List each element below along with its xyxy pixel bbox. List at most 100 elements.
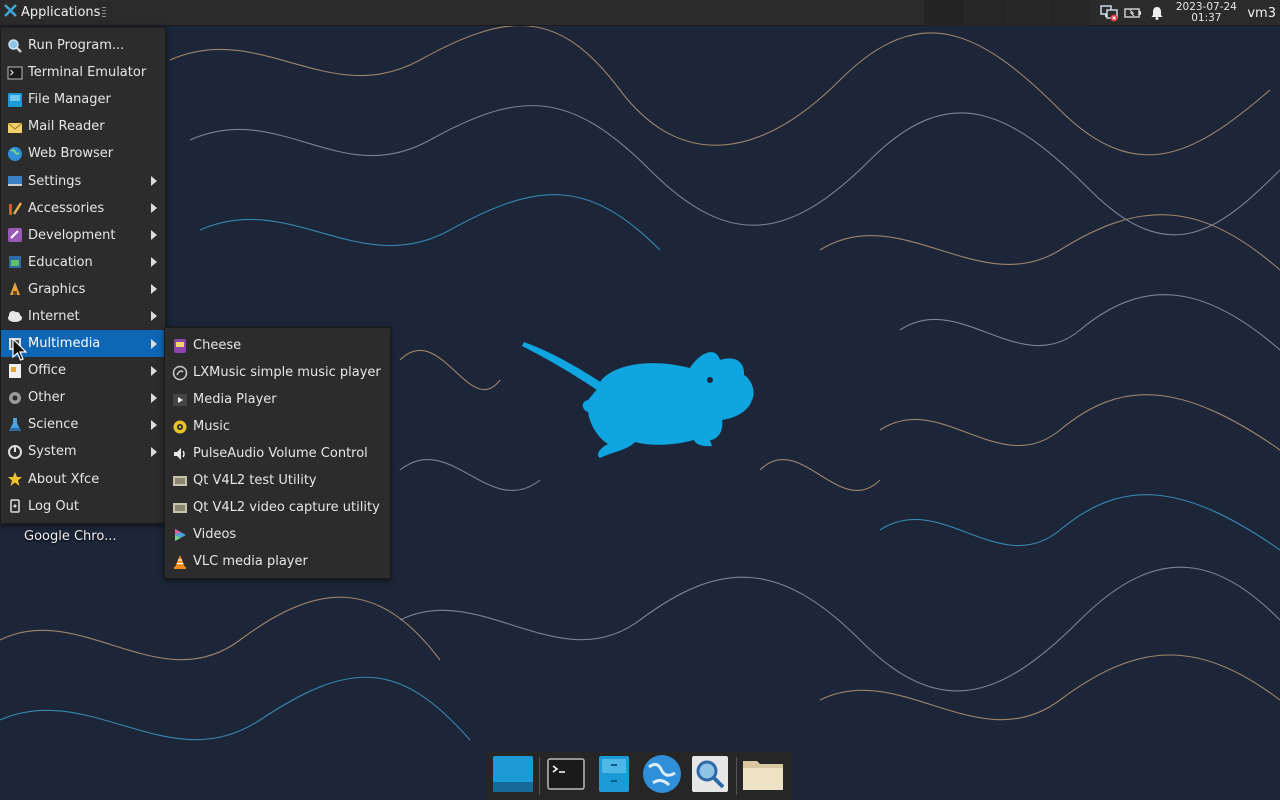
music-icon bbox=[171, 418, 188, 435]
xfce-logo-icon bbox=[3, 3, 18, 22]
settings-icon bbox=[6, 173, 23, 190]
submenu-item-label: Media Player bbox=[193, 392, 277, 407]
education-icon bbox=[6, 254, 23, 271]
star-icon bbox=[6, 471, 23, 488]
dock-file-manager[interactable] bbox=[590, 753, 638, 799]
network-icon[interactable] bbox=[1097, 0, 1121, 26]
desktop-icon-google-chrome[interactable]: Google Chro... bbox=[24, 529, 116, 544]
submenu-item-label: LXMusic simple music player bbox=[193, 365, 381, 380]
menu-item-mail-reader[interactable]: Mail Reader bbox=[1, 113, 165, 140]
dock-home-folder[interactable] bbox=[739, 753, 787, 799]
submenu-item-media-player[interactable]: Media Player bbox=[165, 386, 390, 413]
submenu-item-music[interactable]: Music bbox=[165, 413, 390, 440]
menu-item-other[interactable]: Other bbox=[1, 384, 165, 411]
dock-separator bbox=[736, 757, 737, 795]
menu-item-label: Education bbox=[28, 254, 93, 270]
submenu-arrow-icon bbox=[151, 176, 157, 187]
clock-time: 01:37 bbox=[1191, 12, 1222, 24]
menu-item-internet[interactable]: Internet bbox=[1, 303, 165, 330]
menu-item-label: Settings bbox=[28, 173, 82, 189]
workspace-1[interactable] bbox=[924, 0, 964, 26]
clock[interactable]: 2023-07-24 01:37 bbox=[1173, 2, 1239, 24]
menu-item-label: Run Program... bbox=[28, 38, 125, 54]
system-icon bbox=[6, 443, 23, 460]
submenu-item-cheese[interactable]: Cheese bbox=[165, 332, 390, 359]
menu-item-label: Development bbox=[28, 227, 116, 243]
submenu-item-pulseaudio[interactable]: PulseAudio Volume Control bbox=[165, 440, 390, 467]
submenu-item-label: Qt V4L2 video capture utility bbox=[193, 500, 380, 515]
menu-item-education[interactable]: Education bbox=[1, 249, 165, 276]
menu-item-settings[interactable]: Settings bbox=[1, 167, 165, 194]
menu-item-label: System bbox=[28, 444, 77, 460]
mouse-cursor-icon bbox=[12, 338, 28, 361]
terminal-icon bbox=[547, 758, 585, 794]
battery-icon[interactable] bbox=[1121, 0, 1145, 26]
submenu-item-label: VLC media player bbox=[193, 554, 308, 569]
submenu-arrow-icon bbox=[151, 257, 157, 268]
speaker-icon bbox=[171, 445, 188, 462]
multimedia-submenu: Cheese LXMusic simple music player Media… bbox=[164, 327, 391, 579]
dock-separator bbox=[539, 757, 540, 795]
workspace-3[interactable] bbox=[1008, 0, 1048, 26]
menu-item-run-program[interactable]: Run Program... bbox=[1, 32, 165, 59]
workspace-4[interactable] bbox=[1050, 0, 1090, 26]
system-tray: 2023-07-24 01:37 vm3 bbox=[1097, 0, 1280, 26]
menu-item-label: Graphics bbox=[28, 281, 86, 297]
videos-icon bbox=[171, 526, 188, 543]
menu-item-system[interactable]: System bbox=[1, 438, 165, 465]
magnifier-icon bbox=[691, 755, 729, 797]
menu-item-development[interactable]: Development bbox=[1, 222, 165, 249]
menu-item-science[interactable]: Science bbox=[1, 411, 165, 438]
menu-item-label: Mail Reader bbox=[28, 119, 105, 135]
dock-show-desktop[interactable] bbox=[489, 753, 537, 799]
dock-app-finder[interactable] bbox=[686, 753, 734, 799]
top-panel: Applications 2023-07-24 01:37 vm3 bbox=[0, 0, 1280, 26]
vlc-icon bbox=[171, 553, 188, 570]
menu-item-label: Other bbox=[28, 390, 65, 406]
submenu-arrow-icon bbox=[151, 203, 157, 214]
dock-terminal[interactable] bbox=[542, 753, 590, 799]
user-label[interactable]: vm3 bbox=[1243, 6, 1280, 21]
terminal-icon bbox=[6, 64, 23, 81]
submenu-item-label: Qt V4L2 test Utility bbox=[193, 473, 317, 488]
submenu-item-qv4l2[interactable]: Qt V4L2 test Utility bbox=[165, 467, 390, 494]
submenu-item-lxmusic[interactable]: LXMusic simple music player bbox=[165, 359, 390, 386]
submenu-arrow-icon bbox=[151, 446, 157, 457]
development-icon bbox=[6, 227, 23, 244]
qv4l2-icon bbox=[171, 472, 188, 489]
panel-handle[interactable] bbox=[102, 6, 107, 19]
workspace-2[interactable] bbox=[966, 0, 1006, 26]
accessories-icon bbox=[6, 200, 23, 217]
menu-item-graphics[interactable]: Graphics bbox=[1, 276, 165, 303]
web-browser-icon bbox=[641, 753, 683, 799]
menu-item-label: Multimedia bbox=[28, 336, 101, 352]
applications-menu-button[interactable]: Applications bbox=[0, 0, 112, 26]
mail-icon bbox=[6, 118, 23, 135]
menu-item-log-out[interactable]: Log Out bbox=[1, 493, 165, 520]
submenu-item-vlc[interactable]: VLC media player bbox=[165, 548, 390, 575]
submenu-arrow-icon bbox=[151, 392, 157, 403]
show-desktop-icon bbox=[492, 754, 534, 798]
file-manager-icon bbox=[598, 755, 630, 797]
submenu-item-label: Music bbox=[193, 419, 230, 434]
office-icon bbox=[6, 362, 23, 379]
menu-item-label: File Manager bbox=[28, 92, 111, 108]
submenu-arrow-icon bbox=[151, 419, 157, 430]
notification-bell-icon[interactable] bbox=[1145, 0, 1169, 26]
submenu-item-qvidcap[interactable]: Qt V4L2 video capture utility bbox=[165, 494, 390, 521]
submenu-item-label: Cheese bbox=[193, 338, 242, 353]
cheese-icon bbox=[171, 337, 188, 354]
submenu-item-videos[interactable]: Videos bbox=[165, 521, 390, 548]
submenu-arrow-icon bbox=[151, 338, 157, 349]
dock-web-browser[interactable] bbox=[638, 753, 686, 799]
menu-item-file-manager[interactable]: File Manager bbox=[1, 86, 165, 113]
menu-item-about-xfce[interactable]: About Xfce bbox=[1, 466, 165, 493]
submenu-item-label: PulseAudio Volume Control bbox=[193, 446, 368, 461]
folder-icon bbox=[742, 757, 784, 795]
menu-item-accessories[interactable]: Accessories bbox=[1, 195, 165, 222]
menu-item-terminal[interactable]: Terminal Emulator bbox=[1, 59, 165, 86]
menu-item-web-browser[interactable]: Web Browser bbox=[1, 140, 165, 167]
other-icon bbox=[6, 389, 23, 406]
media-player-icon bbox=[171, 391, 188, 408]
science-icon bbox=[6, 416, 23, 433]
